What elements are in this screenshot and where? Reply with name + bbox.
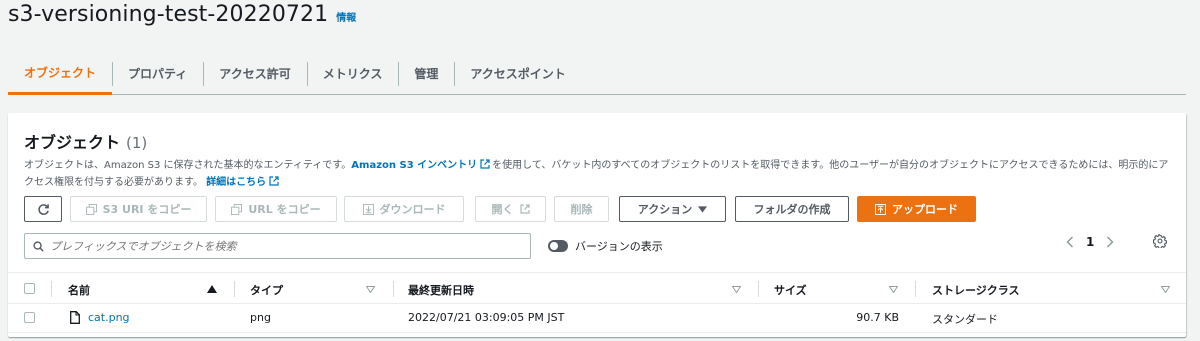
sort-icon[interactable] [366,286,375,293]
caret-down-icon [698,205,708,213]
tab-metrics[interactable]: メトリクス [306,52,399,94]
checkbox-box [24,312,35,323]
object-count: (1) [126,134,148,152]
column-header-name[interactable]: 名前 [68,282,90,298]
column-divider [915,281,916,297]
copy-s3-uri-button[interactable]: S3 URI をコピー [70,196,207,222]
description-text-1: オブジェクトは、Amazon S3 に保存された基本的なエンティティです。 [24,160,352,171]
object-storage-class: スタンダード [932,313,998,326]
select-all-checkbox[interactable] [24,283,35,294]
panel-title: オブジェクト [24,133,121,152]
objects-panel: オブジェクト (1) オブジェクトは、Amazon S3 に保存された基本的なエ… [8,113,1186,337]
object-name-link[interactable]: cat.png [88,311,130,324]
create-folder-button[interactable]: フォルダの作成 [735,196,849,222]
show-versions-toggle[interactable]: バージョンの表示 [548,238,663,254]
delete-button[interactable]: 削除 [554,196,609,222]
table-row[interactable]: cat.png png 2022/07/21 03:09:05 PM JST 9… [8,304,1186,333]
row-checkbox[interactable] [24,312,35,323]
delete-label: 削除 [570,203,593,216]
panel-header: オブジェクト (1) [24,129,147,153]
refresh-icon [37,203,49,215]
search-icon [33,240,44,252]
copy-s3-uri-label: S3 URI をコピー [102,203,192,216]
details-link[interactable]: 詳細はこちら [206,177,266,188]
title-row: s3-versioning-test-20220721 情報 [8,2,356,38]
info-link[interactable]: 情報 [336,9,356,24]
column-divider [51,281,52,297]
external-link-icon [519,204,530,214]
tab-access-points[interactable]: アクセスポイント [454,52,581,94]
actions-label: アクション [637,203,693,216]
sort-icon[interactable] [889,286,898,293]
pagination: 1 [1066,235,1114,249]
sort-icon[interactable] [732,286,741,293]
open-label: 開く [491,203,514,216]
copy-url-label: URL をコピー [248,203,321,216]
tab-objects[interactable]: オブジェクト [8,52,113,95]
create-folder-label: フォルダの作成 [753,203,831,216]
tab-properties[interactable]: プロパティ [112,52,203,94]
column-header-size[interactable]: サイズ [774,282,807,298]
object-size: 90.7 KB [856,311,899,324]
copy-url-button[interactable]: URL をコピー [215,196,337,222]
search-box [24,233,531,259]
show-versions-label: バージョンの表示 [575,240,663,253]
inventory-link[interactable]: Amazon S3 インベントリ [351,160,477,171]
upload-button[interactable]: アップロード [857,196,976,222]
toggle-switch[interactable] [548,240,568,252]
column-header-last-modified[interactable]: 最終更新日時 [408,282,474,298]
external-link-icon [269,176,279,186]
refresh-button[interactable] [24,196,62,222]
column-divider [758,281,759,297]
page-number[interactable]: 1 [1086,235,1094,249]
download-label: ダウンロード [379,203,446,216]
copy-icon [85,203,97,215]
sort-ascending-icon[interactable] [207,285,217,293]
external-link-icon [480,159,490,169]
objects-table: 名前 タイプ 最終更新日時 サイズ ストレージクラス cat.png png 2… [8,272,1186,333]
open-button[interactable]: 開く [475,196,546,222]
upload-label: アップロード [892,203,958,216]
tab-bar: オブジェクト プロパティ アクセス許可 メトリクス 管理 アクセスポイント [8,52,1186,95]
column-divider [234,281,235,297]
column-divider [393,281,394,297]
settings-gear-icon[interactable] [1153,234,1167,248]
file-icon [70,311,80,324]
tab-management[interactable]: 管理 [398,52,454,94]
actions-dropdown[interactable]: アクション [619,196,726,222]
upload-icon [875,203,886,215]
object-type: png [250,311,271,324]
sort-icon[interactable] [1161,286,1170,293]
checkbox-box [24,283,35,294]
copy-icon [231,203,243,215]
search-input[interactable] [50,239,510,253]
bucket-title: s3-versioning-test-20220721 [8,2,329,27]
chevron-left-icon[interactable] [1066,236,1074,248]
column-header-storage-class[interactable]: ストレージクラス [932,282,1020,298]
download-button[interactable]: ダウンロード [344,196,464,222]
chevron-right-icon[interactable] [1106,236,1114,248]
tab-permissions[interactable]: アクセス許可 [203,52,306,94]
download-icon [362,203,374,215]
column-header-type[interactable]: タイプ [250,282,283,298]
table-header: 名前 タイプ 最終更新日時 サイズ ストレージクラス [8,272,1186,304]
object-last-modified: 2022/07/21 03:09:05 PM JST [408,311,565,324]
panel-description: オブジェクトは、Amazon S3 に保存された基本的なエンティティです。Ama… [24,157,1169,191]
s3-bucket-page: s3-versioning-test-20220721 情報 オブジェクト プロ… [0,0,1200,341]
